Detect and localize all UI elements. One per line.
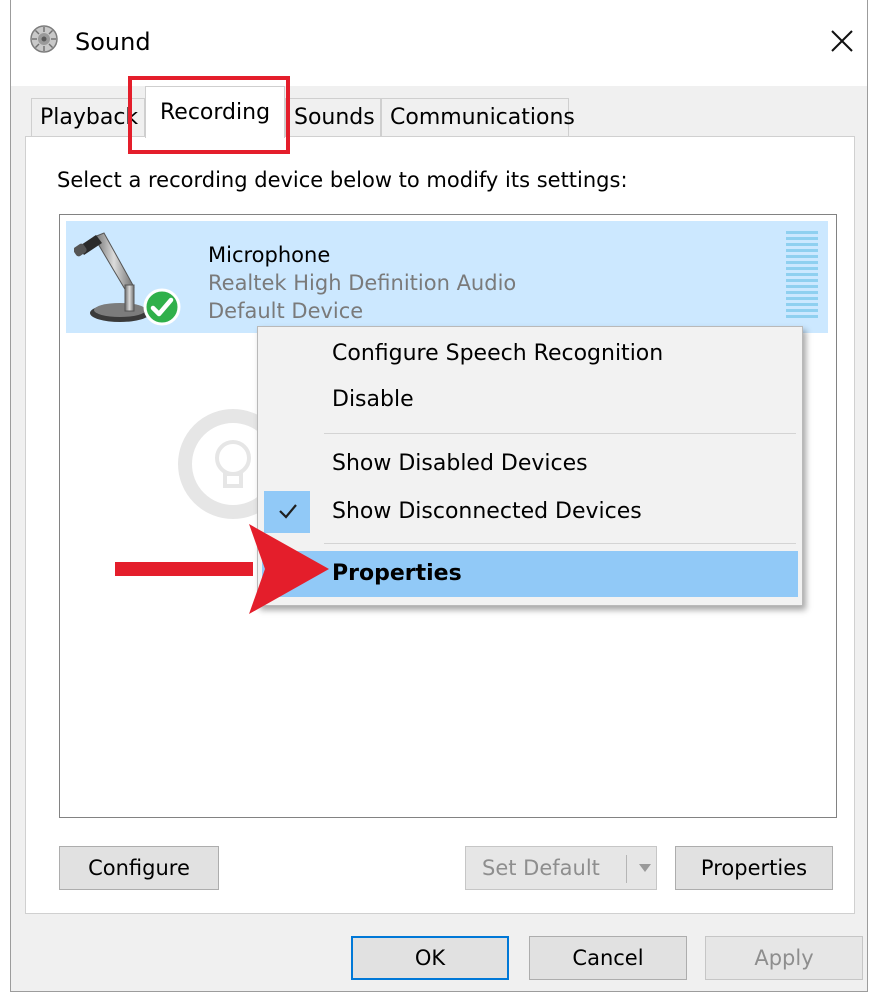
red-arrow-annotation [115, 524, 329, 614]
device-item-microphone[interactable]: Microphone Realtek High Definition Audio… [66, 221, 828, 333]
default-check-icon [143, 288, 181, 326]
context-menu: Configure Speech Recognition Disable Sho… [257, 326, 803, 606]
apply-button: Apply [705, 936, 863, 980]
instruction-text: Select a recording device below to modif… [57, 168, 628, 192]
menu-item-disable[interactable]: Disable [258, 377, 802, 423]
window-title: Sound [75, 28, 151, 56]
tab-label: Playback [40, 105, 139, 130]
menu-item-properties[interactable]: Properties [262, 551, 798, 597]
level-meter [786, 231, 818, 319]
menu-item-label: Show Disconnected Devices [332, 499, 642, 524]
cancel-button[interactable]: Cancel [529, 936, 687, 980]
set-default-label: Set Default [482, 856, 600, 880]
configure-button[interactable]: Configure [59, 846, 219, 890]
close-icon[interactable] [825, 24, 859, 58]
device-driver: Realtek High Definition Audio [208, 271, 517, 295]
ok-button[interactable]: OK [351, 936, 509, 980]
tab-communications[interactable]: Communications [381, 98, 575, 136]
dropdown-arrow-icon [639, 864, 651, 872]
tab-sounds[interactable]: Sounds [285, 98, 381, 136]
split-separator [626, 855, 627, 883]
menu-item-label: Configure Speech Recognition [332, 341, 664, 366]
set-default-button: Set Default [465, 846, 657, 890]
menu-item-label: Properties [332, 561, 462, 586]
properties-button[interactable]: Properties [675, 846, 833, 890]
menu-separator [324, 433, 796, 434]
menu-item-show-disabled[interactable]: Show Disabled Devices [258, 441, 802, 487]
title-bar: Sound [11, 0, 867, 86]
device-status: Default Device [208, 299, 364, 323]
device-name: Microphone [208, 243, 331, 267]
red-box-annotation [128, 76, 290, 154]
tab-label: Sounds [294, 105, 375, 130]
menu-item-label: Disable [332, 387, 414, 412]
menu-item-show-disconnected[interactable]: Show Disconnected Devices [258, 489, 802, 535]
tab-label: Communications [390, 105, 575, 130]
speaker-icon [30, 25, 58, 53]
menu-item-label: Show Disabled Devices [332, 451, 588, 476]
menu-item-configure-speech[interactable]: Configure Speech Recognition [258, 331, 802, 377]
menu-separator [324, 543, 796, 544]
